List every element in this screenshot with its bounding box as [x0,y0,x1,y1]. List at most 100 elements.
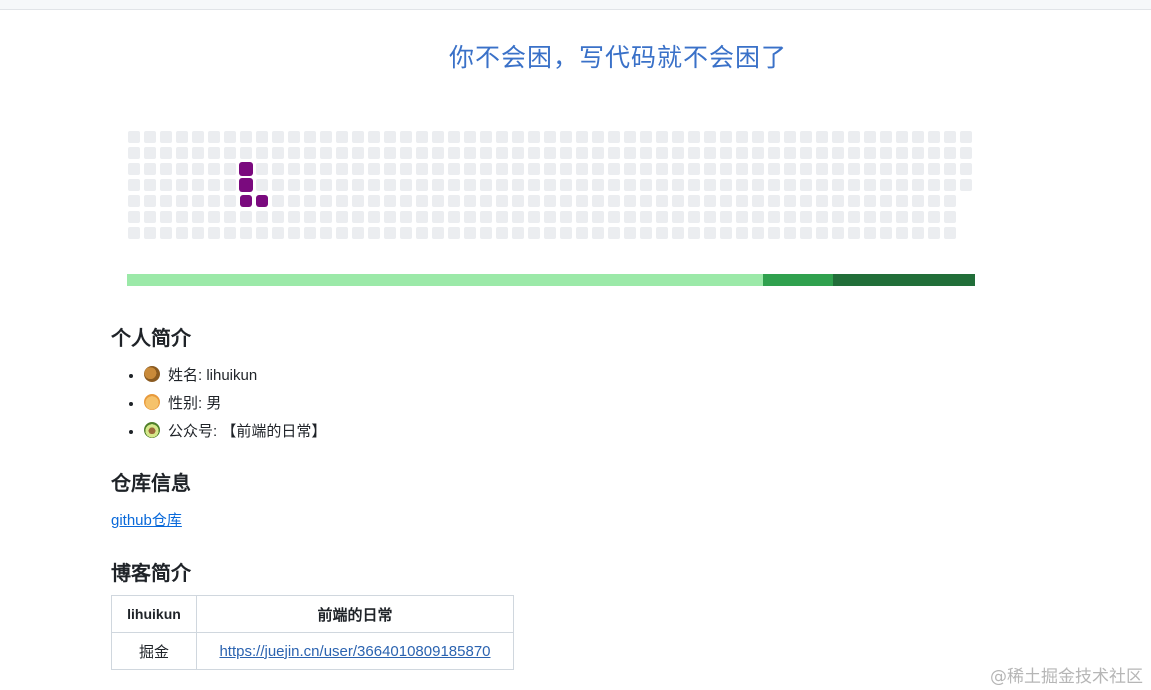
grid-cell [656,195,668,207]
grid-cell [304,163,316,175]
grid-cell [480,211,492,223]
page-title: 你不会困，写代码就不会困了 [448,43,787,72]
grid-cell [304,211,316,223]
grid-cell [816,131,828,143]
grid-cell [256,227,268,239]
grid-cell [368,211,380,223]
grid-cell [352,147,364,159]
grid-cell [432,131,444,143]
grid-cell [384,179,396,191]
grid-cell [928,211,940,223]
grid-cell [144,211,156,223]
grid-cell [784,131,796,143]
grid-cell [352,195,364,207]
grid-cell [656,147,668,159]
grid-cell [960,147,972,159]
grid-cell [576,179,588,191]
grid-cell [368,195,380,207]
grid-cell [224,131,236,143]
grid-cell [912,211,924,223]
grid-cell [464,179,476,191]
grid-cell [832,131,844,143]
grid-cell [432,163,444,175]
grid-cell [192,211,204,223]
grid-cell [736,147,748,159]
grid-cell [672,179,684,191]
grid-cell [128,195,140,207]
grid-cell [624,147,636,159]
grid-cell [144,195,156,207]
grid-cell [416,227,428,239]
grid-cell [704,147,716,159]
grid-cell [352,227,364,239]
grid-cell [768,195,780,207]
grid-cell [496,147,508,159]
grid-cell [576,195,588,207]
grid-cell [160,147,172,159]
grid-cell [688,211,700,223]
grid-cell [272,195,284,207]
grid-cell [960,131,972,143]
grid-cell [560,163,572,175]
grid-cell [400,147,412,159]
grid-cell [224,179,236,191]
repo-heading: 仓库信息 [111,473,191,495]
grid-cell [912,227,924,239]
grid-cell [496,131,508,143]
grid-cell [864,179,876,191]
grid-cell [720,227,732,239]
grid-cell [384,147,396,159]
grid-cell [432,147,444,159]
profile-item-account: 公众号: 【前端的日常】 [144,418,326,446]
grid-cell [608,227,620,239]
grid-cell [864,227,876,239]
grid-cell [512,163,524,175]
grid-cell [608,211,620,223]
grid-cell [352,211,364,223]
grid-cell [272,179,284,191]
grid-cell [592,147,604,159]
grid-cell [592,179,604,191]
grid-cell [864,195,876,207]
grid-cell [480,227,492,239]
grid-cell [416,179,428,191]
grid-cell [880,211,892,223]
grid-cell [752,147,764,159]
grid-cell [144,227,156,239]
profile-item-label: 姓名: lihuikun [168,367,258,384]
grid-cell [672,131,684,143]
grid-cell [560,147,572,159]
grid-cell [128,179,140,191]
grid-cell [912,163,924,175]
grid-cell [752,195,764,207]
grid-cell [784,147,796,159]
grid-cell [288,227,300,239]
grid-cell [944,227,956,239]
grid-cell [832,179,844,191]
grid-cell [736,195,748,207]
github-repo-link[interactable]: github仓库 [111,509,182,530]
grid-cell [800,147,812,159]
grid-cell [608,163,620,175]
grid-cell [448,195,460,207]
table-header-row: lihuikun 前端的日常 [111,595,514,633]
grid-cell [512,147,524,159]
juejin-profile-link[interactable]: https://juejin.cn/user/3664010809185870 [219,643,490,660]
grid-cell [576,227,588,239]
grid-cell [176,163,188,175]
grid-cell [368,147,380,159]
grid-cell [896,195,908,207]
grid-cell [336,147,348,159]
grid-cell [544,195,556,207]
grid-cell [576,147,588,159]
grid-cell [688,195,700,207]
grid-cell [560,131,572,143]
table-header-cell: 前端的日常 [196,595,514,633]
grid-cell [736,131,748,143]
grid-cell [208,227,220,239]
table-cell-site: 掘金 [111,632,197,670]
progress-segment-medium [763,274,833,286]
grid-cell [528,227,540,239]
grid-cell [624,211,636,223]
grid-cell [656,163,668,175]
